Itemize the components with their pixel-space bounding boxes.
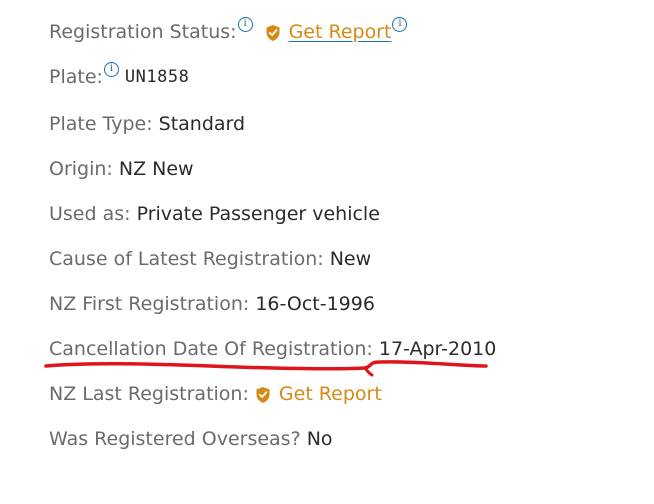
red-underline-annotation — [44, 360, 488, 377]
